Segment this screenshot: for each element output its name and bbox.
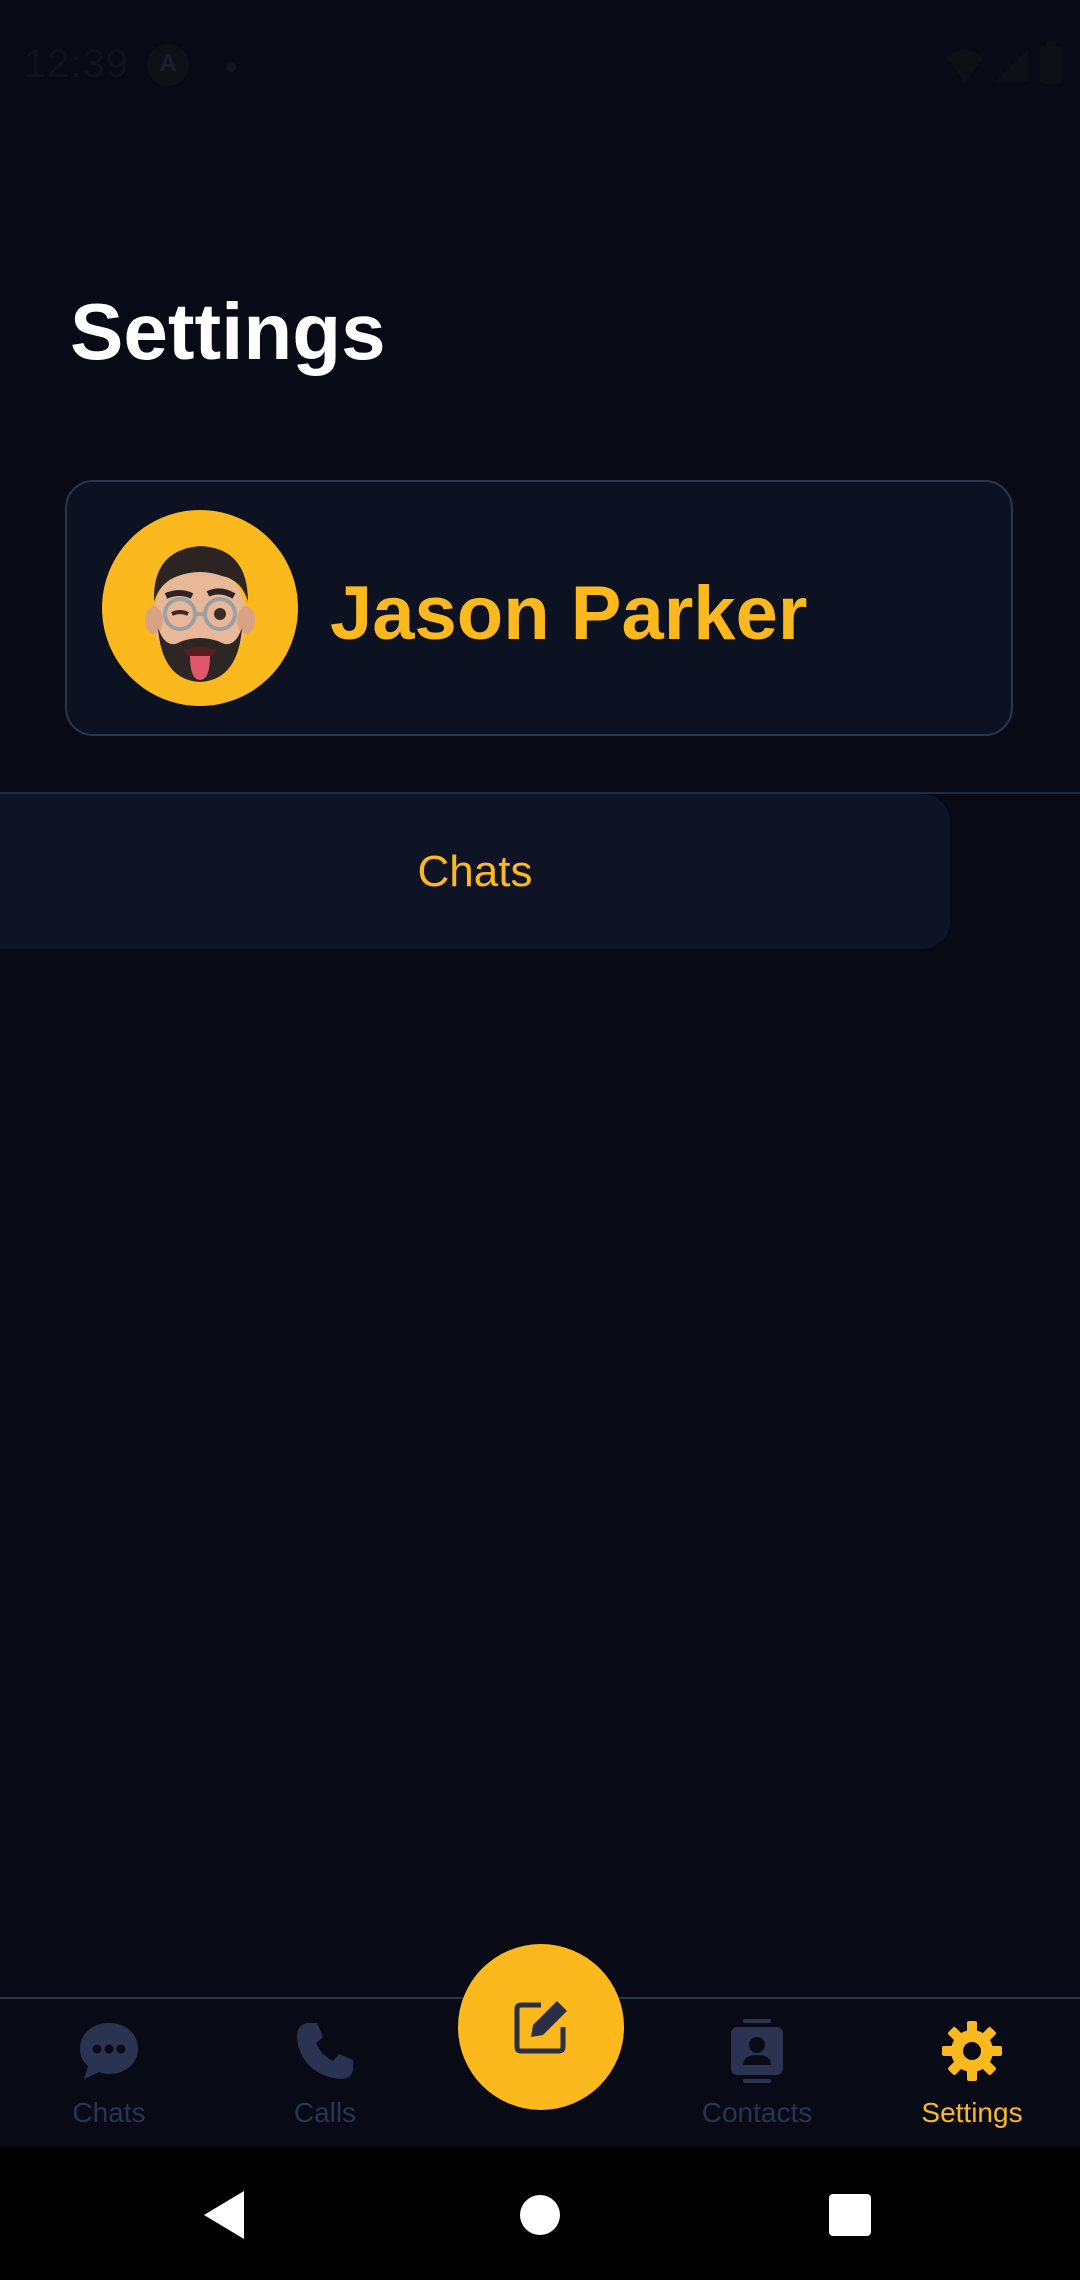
back-icon[interactable] bbox=[196, 2185, 256, 2245]
nav-item-contacts[interactable]: Contacts bbox=[677, 2019, 837, 2129]
wifi-icon bbox=[947, 50, 983, 82]
edit-icon bbox=[514, 2001, 567, 2054]
contacts-icon bbox=[731, 2019, 783, 2083]
profile-name: Jason Parker bbox=[330, 571, 808, 656]
nav-item-chats[interactable]: Chats bbox=[29, 2019, 189, 2129]
nav-item-settings[interactable]: Settings bbox=[892, 2019, 1052, 2129]
phone-icon bbox=[297, 2023, 353, 2079]
status-time: 12:39 bbox=[24, 42, 130, 86]
home-icon[interactable] bbox=[510, 2185, 570, 2245]
avatar bbox=[102, 510, 298, 706]
recents-icon[interactable] bbox=[820, 2185, 880, 2245]
compose-fab-button[interactable] bbox=[458, 1944, 624, 2110]
nav-item-calls[interactable]: Calls bbox=[245, 2019, 405, 2129]
a-circle-icon bbox=[147, 44, 189, 86]
nav-label-settings: Settings bbox=[921, 2097, 1023, 2128]
settings-screen: 12:39 Settings bbox=[0, 0, 1080, 2280]
signal-icon bbox=[996, 50, 1028, 82]
gear-icon bbox=[942, 2021, 1002, 2081]
profile-card[interactable]: Jason Parker bbox=[65, 480, 1013, 736]
nav-label-chats: Chats bbox=[72, 2097, 146, 2128]
nav-label-contacts: Contacts bbox=[701, 2097, 813, 2128]
status-icons bbox=[946, 42, 1062, 84]
nav-label-calls: Calls bbox=[293, 2097, 357, 2128]
page-title: Settings bbox=[70, 287, 386, 376]
battery-icon bbox=[1040, 42, 1062, 84]
chat-bubble-icon bbox=[80, 2023, 138, 2079]
memoji-avatar-icon bbox=[145, 546, 255, 682]
dot-icon bbox=[226, 62, 236, 72]
status-bar: 12:39 bbox=[0, 0, 1080, 135]
settings-item-chats[interactable]: Chats bbox=[0, 794, 950, 949]
settings-item-label: Chats bbox=[417, 846, 533, 896]
system-nav-bar bbox=[0, 2147, 1080, 2280]
